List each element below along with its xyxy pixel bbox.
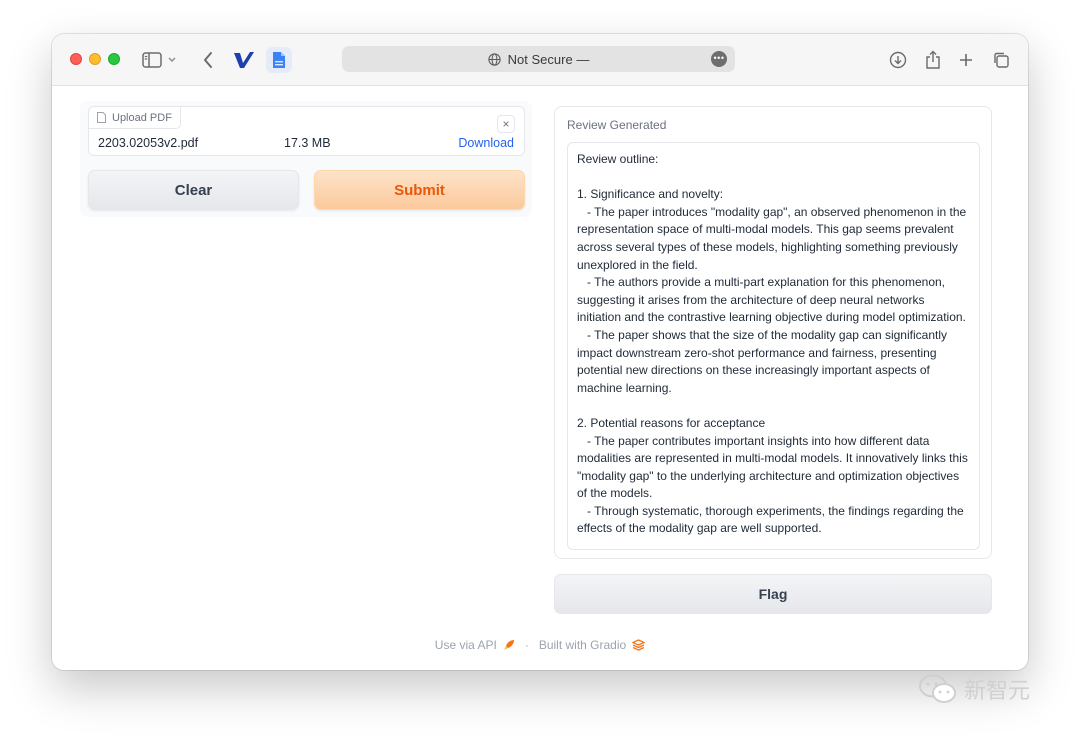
sidebar-icon[interactable] <box>140 48 164 72</box>
chevron-down-icon[interactable] <box>165 48 179 72</box>
review-textbox[interactable]: Review outline: 1. Significance and nove… <box>567 142 980 550</box>
built-with-gradio-link[interactable]: Built with Gradio <box>539 638 626 652</box>
zoom-window-button[interactable] <box>108 53 120 65</box>
file-icon <box>97 112 106 123</box>
uploaded-file-name: 2203.02053v2.pdf <box>98 136 199 150</box>
download-icon[interactable] <box>886 48 910 72</box>
browser-toolbar: Not Secure — ••• <box>52 34 1028 86</box>
clear-file-button[interactable]: × <box>497 115 515 133</box>
globe-icon <box>488 52 501 66</box>
document-tab-icon[interactable] <box>266 47 292 73</box>
output-panel: Review Generated Review outline: 1. Sign… <box>554 106 992 559</box>
upload-label: Upload PDF <box>89 107 181 129</box>
share-icon[interactable] <box>921 48 945 72</box>
uploaded-file-size: 17.3 MB <box>284 136 331 150</box>
flag-button[interactable]: Flag <box>554 574 992 614</box>
upload-label-text: Upload PDF <box>112 111 172 124</box>
minimize-window-button[interactable] <box>89 53 101 65</box>
vpn-extension-icon[interactable] <box>232 48 256 72</box>
watermark-text: 新智元 <box>964 679 1031 704</box>
page-content: Upload PDF × 2203.02053v2.pdf 17.3 MB Do… <box>52 87 1028 670</box>
use-api-link[interactable]: Use via API <box>435 638 497 652</box>
clear-button[interactable]: Clear <box>88 170 299 210</box>
submit-button[interactable]: Submit <box>314 170 525 210</box>
page-menu-icon[interactable]: ••• <box>711 51 727 67</box>
footer: Use via API · Built with Gradio <box>52 636 1028 654</box>
gradio-logo-icon <box>632 639 646 651</box>
close-window-button[interactable] <box>70 53 82 65</box>
review-label: Review Generated <box>567 118 667 132</box>
download-link[interactable]: Download <box>458 136 514 150</box>
back-arrow-icon[interactable] <box>196 48 220 72</box>
new-tab-icon[interactable] <box>954 48 978 72</box>
browser-window: Not Secure — ••• Upload PDF × 2203.02053… <box>52 34 1028 670</box>
rocket-icon <box>503 639 515 651</box>
address-text: Not Secure — <box>507 51 590 67</box>
watermark: 新智元 <box>918 674 1030 704</box>
tab-overview-icon[interactable] <box>989 48 1013 72</box>
address-bar[interactable]: Not Secure — ••• <box>342 46 735 72</box>
file-upload[interactable]: Upload PDF × 2203.02053v2.pdf 17.3 MB Do… <box>88 106 525 156</box>
footer-separator: · <box>524 638 529 652</box>
wechat-icon <box>918 673 958 705</box>
